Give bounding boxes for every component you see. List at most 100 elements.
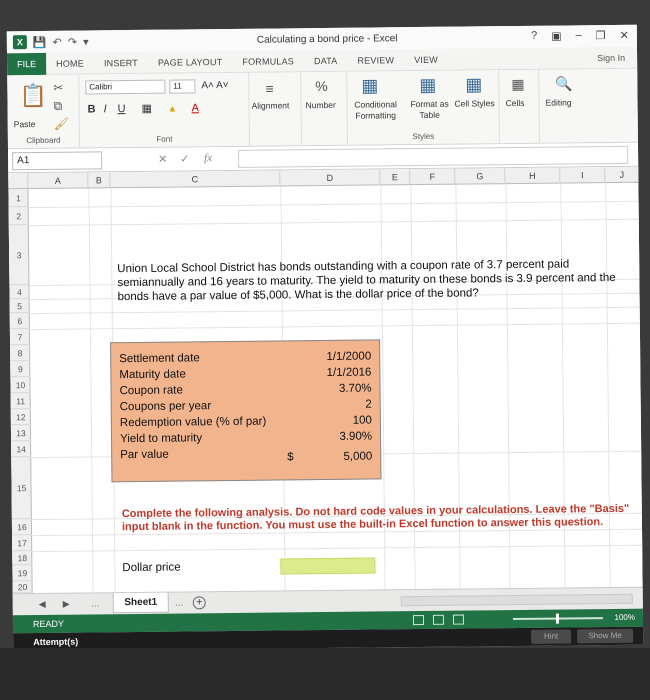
cut-icon[interactable]: ✂ [53,81,63,95]
column-header[interactable]: B [88,172,111,189]
row-header[interactable]: 5 [9,299,30,314]
cancel-icon[interactable]: ✕ [158,153,167,166]
row-header[interactable]: 4 [9,285,30,300]
coupon-rate-value[interactable]: 3.70% [339,383,372,395]
restore-icon[interactable]: ❐ [596,29,606,42]
normal-view-icon[interactable] [412,614,425,626]
italic-icon[interactable]: I [104,103,107,115]
more-sheets-icon[interactable]: … [91,598,100,608]
coupons-per-year-value[interactable]: 2 [365,399,372,411]
row-header[interactable]: 12 [10,409,31,426]
tab-home[interactable]: HOME [46,58,94,69]
cells-button[interactable]: Cells [505,98,524,109]
conditional-formatting-icon[interactable]: ▦ [361,75,378,96]
format-as-table-button[interactable]: Format as Table [406,99,454,122]
formula-input[interactable] [238,145,629,168]
dollar-price-answer-cell[interactable] [280,557,376,575]
row-header[interactable]: 17 [12,535,33,552]
zoom-slider-thumb[interactable] [555,613,560,624]
row-header[interactable]: 6 [9,313,30,330]
redemption-value-value[interactable]: 100 [353,415,372,427]
column-header[interactable]: F [410,168,456,186]
tab-file[interactable]: FILE [6,52,47,75]
row-header[interactable]: 18 [12,551,33,566]
alignment-icon[interactable]: ≡ [265,81,273,97]
tab-formulas[interactable]: FORMULAS [232,56,304,67]
row-header[interactable]: 10 [10,377,31,394]
row-header[interactable]: 9 [10,361,31,378]
next-sheet-icon[interactable]: ▶ [63,599,70,610]
hint-button[interactable]: Hint [531,629,572,644]
row-header[interactable]: 14 [11,441,32,458]
format-painter-icon[interactable]: 🖌 [54,117,69,131]
row-header[interactable]: 7 [9,329,31,346]
tab-insert[interactable]: INSERT [94,57,148,68]
font-size-input[interactable]: 11 [169,79,196,94]
zoom-level[interactable]: 100% [614,613,635,622]
row-header[interactable]: 3 [8,225,30,286]
column-header[interactable]: G [455,168,506,185]
close-icon[interactable]: ✕ [620,29,629,42]
column-header[interactable]: C [110,170,281,189]
row-header[interactable]: 1 [8,189,29,208]
bold-icon[interactable]: B [88,103,96,115]
tab-data[interactable]: DATA [304,55,348,65]
percent-icon[interactable]: % [315,78,328,94]
redo-icon[interactable]: ↷ [68,35,77,48]
editing-button[interactable]: Editing [545,97,571,108]
undo-icon[interactable]: ↶ [53,35,62,48]
row-header[interactable]: 8 [10,345,31,362]
sheet-tab-sheet1[interactable]: Sheet1 [112,592,169,614]
column-header[interactable]: H [505,167,561,185]
fill-color-icon[interactable]: ▴ [170,103,176,115]
tab-view[interactable]: VIEW [404,54,448,64]
row-header[interactable]: 13 [10,425,32,442]
format-table-icon[interactable]: ▦ [419,75,436,96]
row-header[interactable]: 19 [12,565,33,582]
show-me-button[interactable]: Show Me [577,628,634,644]
row-header[interactable]: 16 [11,519,33,536]
settlement-date-value[interactable]: 1/1/2000 [326,351,371,363]
ribbon-display-icon[interactable]: ▣ [551,30,562,43]
yield-to-maturity-value[interactable]: 3.90% [339,431,372,443]
copy-icon[interactable]: ⧉ [53,99,62,114]
column-header[interactable]: D [280,169,381,187]
enter-icon[interactable]: ✓ [180,152,189,165]
row-header[interactable]: 15 [11,457,32,520]
minimize-icon[interactable]: – [576,29,582,42]
select-all-corner[interactable] [8,173,29,190]
row-header[interactable]: 11 [10,393,31,410]
underline-icon[interactable]: U [118,103,126,115]
cells-icon[interactable]: ▦ [511,76,524,93]
alignment-button[interactable]: Alignment [252,100,290,111]
column-header[interactable]: I [560,167,606,184]
column-header[interactable]: A [28,172,89,190]
cell-styles-icon[interactable]: ▦ [465,74,482,95]
more-sheets-right-icon[interactable]: … [175,597,184,607]
find-icon[interactable]: 🔍 [555,75,573,92]
prev-sheet-icon[interactable]: ◀ [39,599,46,610]
customize-icon[interactable]: ▾ [83,35,89,48]
par-value-value[interactable]: 5,000 [343,451,372,463]
tab-review[interactable]: REVIEW [347,55,404,66]
add-sheet-icon[interactable]: + [192,596,206,610]
spreadsheet-grid[interactable]: A B C D E F G H I J 1 2 3 4 5 6 7 8 9 10… [8,166,643,594]
help-icon[interactable]: ? [531,30,537,43]
conditional-formatting-button[interactable]: Conditional Formatting [348,99,404,122]
borders-icon[interactable]: ▦ [142,103,153,115]
column-header[interactable]: E [380,169,411,186]
page-break-view-icon[interactable] [452,614,465,625]
save-icon[interactable]: 💾 [33,35,47,48]
sign-in-link[interactable]: Sign In [597,53,625,63]
horizontal-scrollbar[interactable] [400,593,633,607]
font-color-icon[interactable]: A [192,102,199,114]
number-button[interactable]: Number [306,100,336,111]
maturity-date-value[interactable]: 1/1/2016 [327,367,372,379]
row-header[interactable]: 20 [12,581,33,594]
name-box[interactable]: A1 [12,151,103,171]
paste-button[interactable]: Paste [14,119,36,130]
grow-font-icon[interactable]: A˄ A˅ [201,80,228,91]
row-header[interactable]: 2 [8,207,29,226]
font-name-input[interactable]: Calibri [85,79,166,95]
cell-styles-button[interactable]: Cell Styles [454,98,496,109]
